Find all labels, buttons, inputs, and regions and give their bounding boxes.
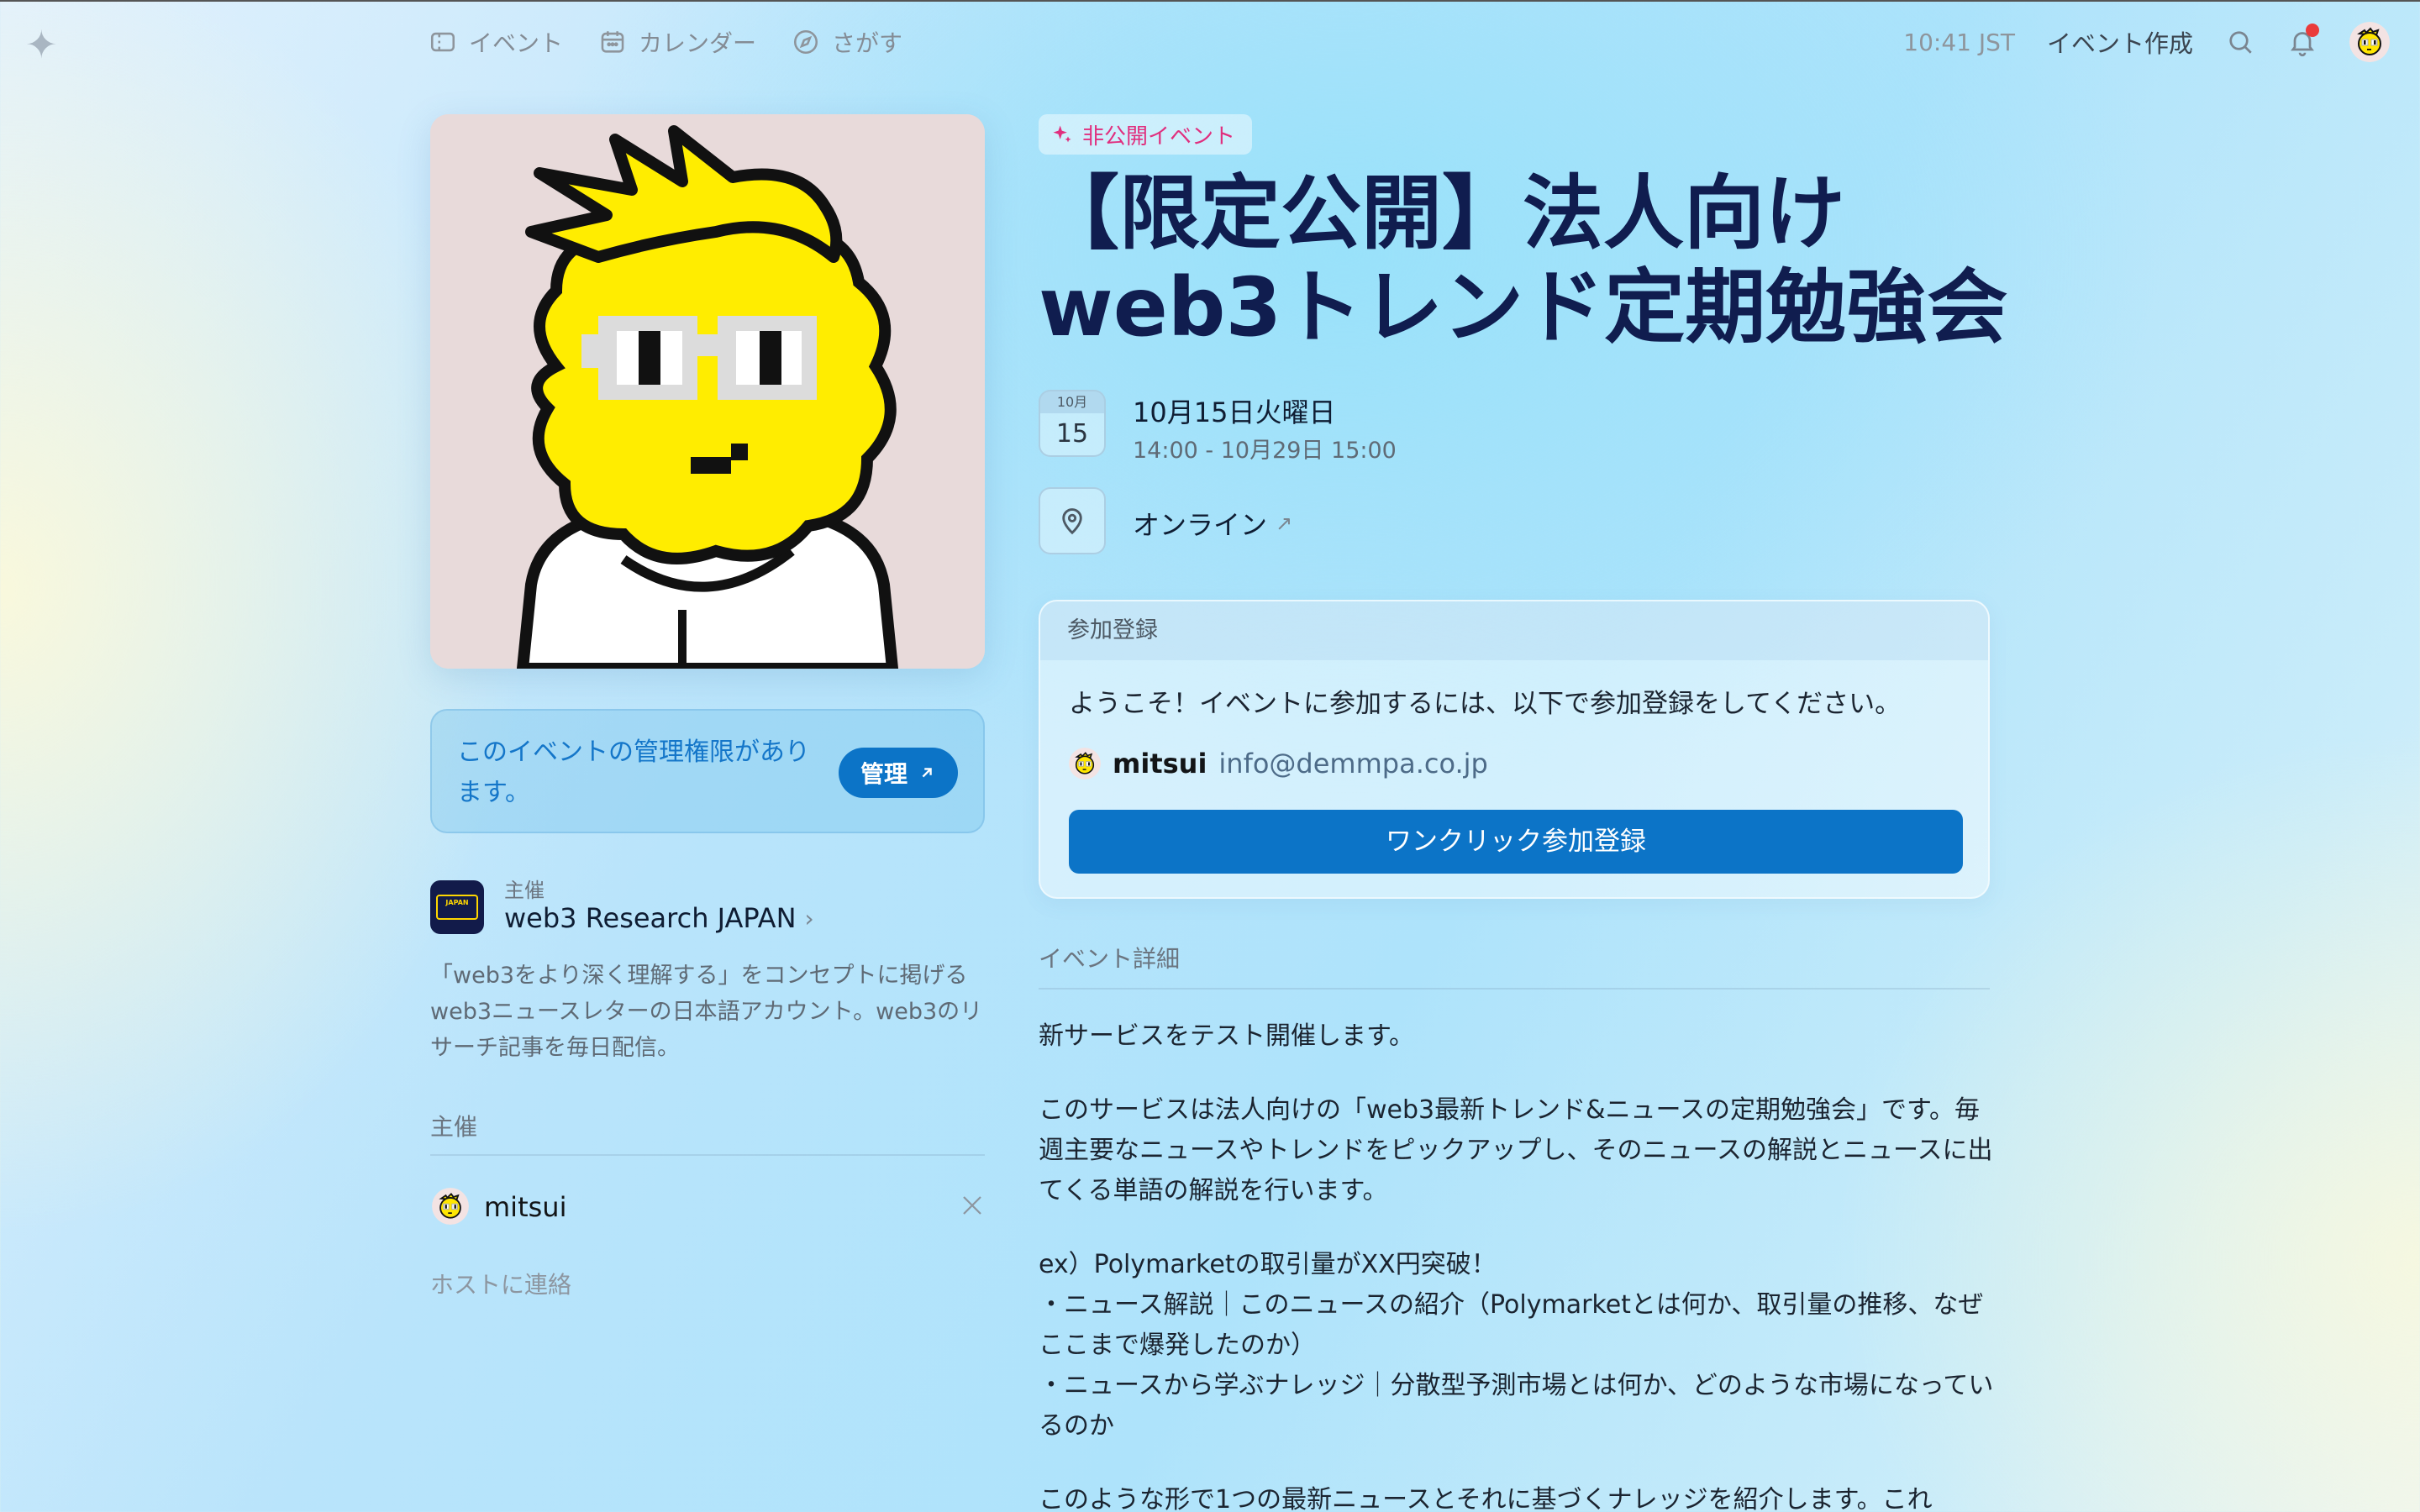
notification-dot <box>2306 24 2319 37</box>
event-cover-image <box>430 114 985 669</box>
manage-button-label: 管理 <box>860 760 908 788</box>
nav-link-events[interactable]: イベント <box>429 25 563 59</box>
search-icon <box>2229 31 2252 54</box>
event-title: 【限定公開】法人向け web3トレンド定期勉強会 <box>1039 166 2047 354</box>
contact-host-link[interactable]: ホストに連絡 <box>430 1267 571 1300</box>
nav-links: イベント カレンダー さがす <box>429 25 902 59</box>
registration-card: 参加登録 ようこそ！イベントに参加するには、以下で参加登録をしてください。 mi… <box>1039 600 1990 899</box>
event-date-block: 10月 15 10月15日火曜日 14:00 - 10月29日 15:00 <box>1039 390 1795 464</box>
map-pin-icon <box>1062 508 1082 535</box>
location-tile <box>1039 487 1106 554</box>
event-location[interactable]: オンライン ↗ <box>1133 504 1292 543</box>
compass-icon <box>794 29 818 55</box>
chevron-right-icon: › <box>804 904 814 932</box>
event-details-body: 新サービスをテスト開催します。 このサービスは法人向けの「web3最新トレンド&… <box>1039 1016 1996 1512</box>
details-paragraph: 新サービスをテスト開催します。 <box>1039 1021 1414 1051</box>
organizer-logo[interactable]: JAPAN <box>430 880 484 934</box>
event-title-line-2: web3トレンド定期勉強会 <box>1039 260 2008 354</box>
calendar-tile-month: 10月 <box>1040 391 1104 413</box>
external-link-icon: ↗ <box>1276 512 1293 535</box>
calendar-tile: 10月 15 <box>1039 390 1106 457</box>
details-example-heading: ex）Polymarketの取引量がXX円突破！ <box>1039 1250 1497 1279</box>
event-location-block[interactable]: オンライン ↗ <box>1039 487 1795 554</box>
nav-link-calendar-label: カレンダー <box>639 29 757 57</box>
host-name: mitsui <box>484 1191 567 1223</box>
hosts-title: 主催 <box>430 1113 478 1141</box>
nav-link-discover-label: さがす <box>832 29 903 57</box>
registration-welcome: ようこそ！イベントに参加するには、以下で参加登録をしてください。 <box>1069 689 1902 719</box>
nav-right: 10:41 JST イベント作成 <box>1903 22 2390 62</box>
one-click-register-button[interactable]: ワンクリック参加登録 <box>1069 810 1963 874</box>
x-twitter-icon[interactable] <box>960 1193 985 1218</box>
details-paragraph: このような形で1つの最新ニュースとそれに基づくナレッジを紹介します。これ <box>1039 1485 1933 1512</box>
organizer-description: 「web3をより深く理解する」をコンセプトに掲げるweb3ニュースレターの日本語… <box>430 963 983 1061</box>
private-event-badge: 非公開イベント <box>1039 114 1253 155</box>
arrow-up-right-icon <box>922 768 932 778</box>
event-location-label: オンライン <box>1133 509 1268 541</box>
host-row[interactable]: mitsui <box>430 1186 985 1228</box>
event-details-divider <box>1039 988 1990 990</box>
sparkle-logo-icon[interactable]: ✦ <box>25 25 58 64</box>
calendar-tile-day: 15 <box>1055 419 1089 449</box>
registration-user-avatar <box>1069 748 1101 780</box>
user-avatar[interactable] <box>2349 22 2390 62</box>
create-event-link[interactable]: イベント作成 <box>2047 24 2193 60</box>
organizer-name-link[interactable]: web3 Research JAPAN › <box>504 902 814 934</box>
clock: 10:41 JST <box>1903 28 2015 56</box>
sparkles-icon <box>1053 125 1071 143</box>
event-date: 10月15日火曜日 <box>1133 396 1336 428</box>
calendar-icon <box>601 31 624 53</box>
registration-user-name: mitsui <box>1113 748 1207 780</box>
host-avatar <box>432 1188 469 1225</box>
organizer-name: web3 Research JAPAN <box>504 902 797 934</box>
registration-header: 参加登録 <box>1040 601 1988 660</box>
ticket-icon <box>430 32 455 52</box>
details-bullet: ・ニュースから学ぶナレッジ｜分散型予測市場とは何か、どのような市場になっているの… <box>1039 1371 1994 1441</box>
registration-user: mitsui info@demmpa.co.jp <box>1069 748 1488 780</box>
event-details-title: イベント詳細 <box>1039 945 1181 973</box>
notifications-button[interactable] <box>2287 24 2319 57</box>
manage-permission-text: このイベントの管理権限があります。 <box>457 738 810 807</box>
manage-button[interactable]: 管理 <box>838 748 958 798</box>
registration-user-email: info@demmpa.co.jp <box>1218 748 1488 780</box>
nav-link-calendar[interactable]: カレンダー <box>598 25 756 59</box>
top-nav: ✦ イベント カレンダー さがす 10:41 JST イベント作成 <box>0 0 2420 86</box>
nav-link-discover[interactable]: さがす <box>792 25 902 59</box>
search-button[interactable] <box>2225 27 2255 57</box>
details-bullet: ・ニュース解説｜このニュースの紹介（Polymarketとは何か、取引量の推移、… <box>1039 1290 1984 1360</box>
organizer-logo-mark: JAPAN <box>436 895 478 920</box>
manage-permission-box: このイベントの管理権限があります。 管理 <box>430 709 985 833</box>
private-event-label: 非公開イベント <box>1082 123 1236 150</box>
organizer-label: 主催 <box>504 879 544 902</box>
event-title-line-1: 【限定公開】法人向け <box>1039 166 1845 260</box>
details-paragraph: このサービスは法人向けの「web3最新トレンド&ニュースの定期勉強会」です。毎週… <box>1039 1095 1993 1205</box>
nav-link-events-label: イベント <box>469 29 564 57</box>
hosts-divider <box>430 1154 985 1156</box>
event-time-range: 14:00 - 10月29日 15:00 <box>1133 438 1397 464</box>
